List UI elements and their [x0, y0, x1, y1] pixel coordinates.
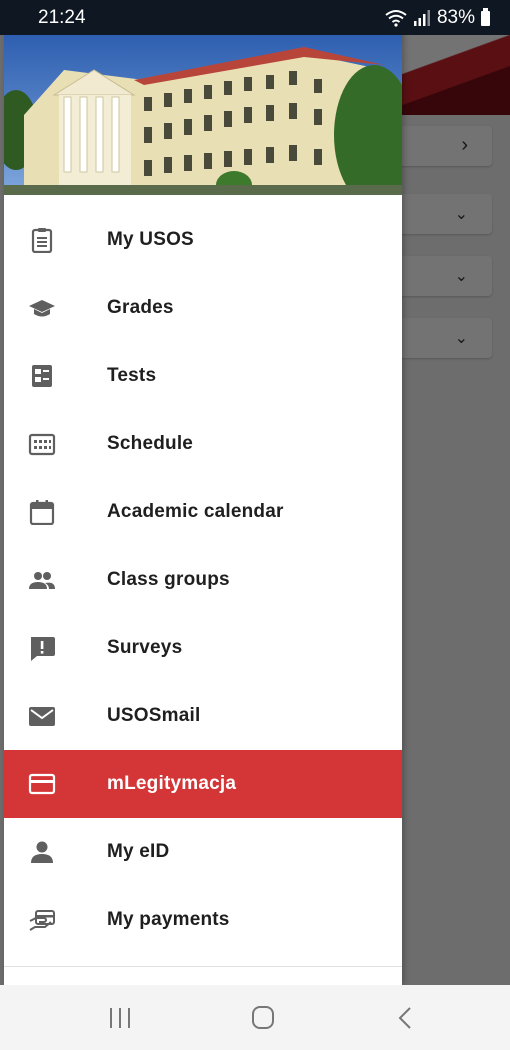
status-bar: 21:24 83% — [0, 0, 510, 35]
feedback-icon — [31, 637, 55, 661]
battery-percent: 83% — [436, 7, 475, 28]
recent-apps-icon[interactable] — [100, 1003, 140, 1033]
mail-icon — [29, 707, 55, 726]
wifi-icon — [385, 10, 407, 27]
menu-item-label: Grades — [107, 297, 174, 318]
status-time: 21:24 — [38, 7, 86, 28]
test-list-icon — [32, 365, 52, 387]
drawer-menu: My USOS Grades Tests Schedule Academic c… — [4, 206, 402, 954]
drawer-divider — [4, 966, 402, 967]
graduation-cap-icon — [29, 300, 55, 317]
drawer-header-image — [4, 35, 402, 195]
id-card-icon — [28, 773, 56, 795]
people-icon — [29, 572, 55, 589]
menu-item-label: Class groups — [107, 569, 230, 590]
calendar-icon — [29, 500, 55, 525]
menu-item-schedule[interactable]: Schedule — [4, 410, 402, 478]
menu-item-surveys[interactable]: Surveys — [4, 614, 402, 682]
menu-item-tests[interactable]: Tests — [4, 342, 402, 410]
payments-icon — [29, 910, 55, 931]
signal-icon — [413, 10, 430, 26]
menu-item-label: Surveys — [107, 637, 183, 658]
menu-item-mlegitymacja[interactable]: mLegitymacja — [4, 750, 402, 818]
menu-item-grades[interactable]: Grades — [4, 274, 402, 342]
menu-item-academic-calendar[interactable]: Academic calendar — [4, 478, 402, 546]
menu-item-my-usos[interactable]: My USOS — [4, 206, 402, 274]
menu-item-class-groups[interactable]: Class groups — [4, 546, 402, 614]
menu-item-label: My USOS — [107, 229, 194, 250]
menu-item-label: My eID — [107, 841, 170, 862]
home-icon[interactable] — [243, 1003, 283, 1033]
menu-item-label: Schedule — [107, 433, 194, 454]
menu-item-label: Tests — [107, 365, 157, 386]
system-navigation-bar — [0, 985, 510, 1050]
schedule-grid-icon — [28, 433, 56, 456]
clipboard-icon — [31, 228, 53, 253]
menu-item-my-eid[interactable]: My eID — [4, 818, 402, 886]
battery-icon — [481, 7, 490, 26]
status-icons: 83% — [385, 7, 490, 29]
menu-item-label: mLegitymacja — [107, 773, 237, 794]
menu-item-my-payments[interactable]: My payments — [4, 886, 402, 954]
menu-item-label: USOSmail — [107, 705, 201, 726]
navigation-drawer: My USOS Grades Tests Schedule Academic c… — [4, 0, 402, 985]
menu-item-label: Academic calendar — [107, 501, 284, 522]
menu-item-label: My payments — [107, 909, 230, 930]
person-icon — [31, 841, 53, 863]
menu-item-usosmail[interactable]: USOSmail — [4, 682, 402, 750]
back-icon[interactable] — [386, 1003, 426, 1033]
